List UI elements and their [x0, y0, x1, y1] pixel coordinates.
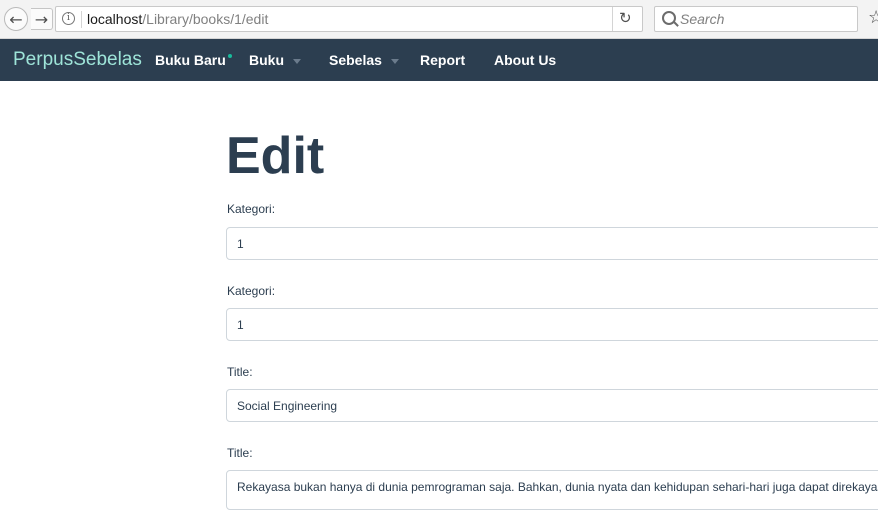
page-title: Edit — [226, 127, 325, 185]
address-bar[interactable]: i localhost/Library/books/1/edit ↻ — [55, 6, 643, 32]
address-bar-divider-right — [612, 7, 613, 31]
forward-arrow-icon: → — [34, 9, 49, 29]
nav-item-report[interactable]: Report — [420, 52, 465, 68]
url-text[interactable]: localhost/Library/books/1/edit — [87, 11, 268, 27]
search-icon — [662, 11, 676, 25]
nav-item-about-us[interactable]: About Us — [494, 52, 556, 68]
new-indicator-dot — [227, 54, 232, 58]
search-placeholder: Search — [680, 11, 725, 27]
kategori-input[interactable] — [226, 227, 878, 260]
nav-item-sebelas[interactable]: Sebelas — [329, 52, 399, 68]
url-path: /Library/books/1/edit — [142, 11, 269, 27]
title-label-2: Title: — [227, 446, 253, 460]
browser-toolbar: ← → i localhost/Library/books/1/edit ↻ S… — [0, 0, 878, 39]
kategori-input-2[interactable] — [226, 308, 878, 341]
nav-item-label: Report — [420, 52, 466, 68]
back-arrow-icon: ← — [9, 9, 23, 29]
nav-item-label: Buku Baru — [155, 52, 226, 68]
kategori-label: Kategori: — [227, 202, 276, 216]
bookmark-star-icon[interactable]: ☆ — [868, 7, 878, 28]
reload-icon[interactable]: ↻ — [619, 9, 632, 27]
nav-item-label: About Us — [494, 52, 557, 68]
title-label: Title: — [227, 365, 253, 379]
nav-item-buku-baru[interactable]: Buku Baru — [155, 52, 232, 68]
back-button[interactable]: ← — [4, 7, 28, 31]
address-bar-divider — [81, 11, 82, 28]
caret-down-icon — [390, 58, 399, 64]
info-icon[interactable]: i — [62, 12, 75, 25]
nav-item-buku[interactable]: Buku — [249, 52, 301, 68]
nav-item-label: Buku — [249, 52, 284, 68]
site-navbar: PerpusSebelas Buku Baru Buku Sebelas Rep… — [0, 39, 878, 81]
kategori-label-2: Kategori: — [227, 284, 276, 298]
title-input[interactable] — [226, 389, 878, 422]
caret-down-icon — [293, 58, 301, 64]
description-textarea[interactable]: Rekayasa bukan hanya di dunia pemrograma… — [226, 470, 878, 510]
browser-search-field[interactable]: Search — [654, 6, 858, 32]
forward-button[interactable]: → — [31, 8, 53, 30]
nav-item-label: Sebelas — [329, 52, 382, 68]
url-host: localhost — [87, 11, 143, 27]
brand-link[interactable]: PerpusSebelas — [13, 49, 142, 71]
